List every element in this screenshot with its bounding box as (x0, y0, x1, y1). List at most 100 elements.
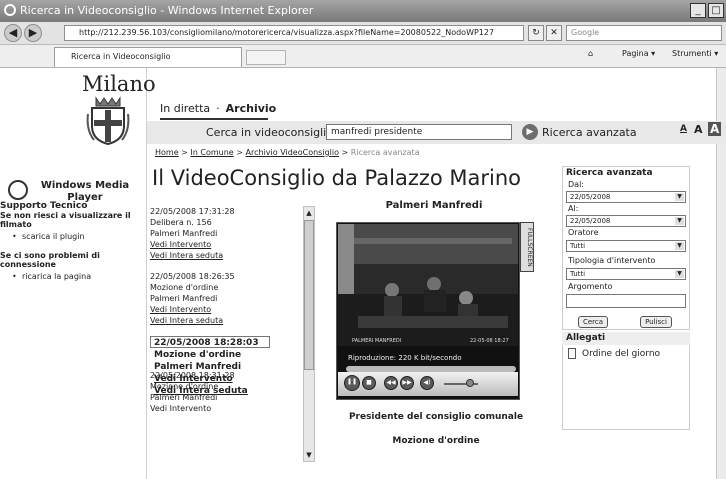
stop-button[interactable]: ■ (362, 376, 376, 390)
fullscreen-button[interactable]: FULLSCREEN (520, 222, 534, 272)
oratore-select[interactable]: Tutti ▼ (566, 240, 686, 252)
back-button[interactable]: ◀ (4, 24, 22, 42)
font-size-medium-button[interactable]: A (694, 123, 703, 136)
support-title: Supporto Tecnico (0, 201, 88, 211)
breadcrumb-archivio[interactable]: Archivio VideoConsiglio (246, 148, 339, 157)
breadcrumb: Home > In Comune > Archivio VideoConsigl… (155, 148, 420, 157)
agenda-link[interactable]: Ordine del giorno (582, 349, 660, 359)
breadcrumb-current: Ricerca avanzata (350, 148, 420, 157)
forward-button[interactable]: ▶ (24, 24, 42, 42)
ie-logo-icon (4, 4, 16, 16)
window-titlebar: Ricerca in Videoconsiglio - Windows Inte… (0, 0, 726, 22)
next-button[interactable]: ▶▶ (400, 376, 414, 390)
minimize-button[interactable]: _ (690, 3, 706, 18)
search-go-button[interactable]: ▶ (522, 124, 538, 140)
refresh-button[interactable]: ↻ (528, 25, 544, 41)
view-full-session-link[interactable]: Vedi Intera seduta (150, 250, 300, 261)
event-datetime: 22/05/2008 18:31:28 (150, 371, 235, 380)
list-item: 22/05/2008 18:26:35 Mozione d'ordine Pal… (150, 271, 300, 326)
pdf-icon (568, 348, 576, 359)
scroll-up-icon[interactable]: ▲ (304, 207, 314, 219)
download-plugin-link[interactable]: scarica il plugin (0, 232, 146, 241)
event-speaker: Palmeri Manfredi (150, 294, 218, 303)
view-intervention-link[interactable]: Vedi Intervento (150, 304, 300, 315)
search-label: Cerca in videoconsiglio (206, 126, 333, 139)
view-full-session-link[interactable]: Vedi Intera seduta (150, 315, 300, 326)
video-overlay-name: PALMERI MANFREDI (352, 338, 402, 344)
player-speaker-name: Palmeri Manfredi (385, 200, 483, 211)
search-input[interactable]: manfredi presidente (326, 124, 512, 140)
home-icon[interactable]: ⌂ (588, 49, 593, 58)
page-title: Il VideoConsiglio da Palazzo Marino (152, 166, 522, 190)
event-type: Mozione d'ordine (154, 350, 242, 360)
mute-button[interactable]: ◀) (420, 376, 434, 390)
browser-search-input[interactable]: Google (566, 25, 722, 41)
chevron-down-icon: ▼ (675, 242, 684, 250)
breadcrumb-home[interactable]: Home (155, 148, 179, 157)
al-label: Al: (568, 204, 579, 213)
speaker-role: Presidente del consiglio comunale (348, 412, 524, 422)
al-date-value: 22/05/2008 (570, 217, 611, 225)
strumenti-menu[interactable]: Strumenti ▾ (672, 49, 718, 58)
support-box: Supporto Tecnico Se non riesci a visuali… (0, 201, 146, 281)
address-toolbar: ◀ ▶ http://212.239.56.103/consigliomilan… (0, 22, 726, 45)
event-datetime: 22/05/2008 17:31:28 (150, 207, 235, 216)
tipologia-label: Tipologia d'intervento (568, 256, 656, 265)
event-type: Delibera n. 156 (150, 218, 212, 227)
cerca-button[interactable]: Cerca (578, 316, 608, 328)
video-frame[interactable] (338, 224, 518, 346)
tabs-toolbar: Ricerca in Videoconsiglio (0, 45, 726, 68)
milano-crest-icon (86, 96, 130, 146)
argomento-input[interactable] (566, 294, 686, 308)
dal-label: Dal: (568, 180, 584, 189)
list-scroll-thumb[interactable] (304, 220, 314, 370)
attachments-title: Allegati (562, 332, 690, 345)
oratore-value: Tutti (570, 242, 586, 250)
advanced-search-title: Ricerca avanzata (566, 168, 653, 178)
event-datetime: 22/05/2008 18:26:35 (150, 272, 235, 281)
chevron-down-icon: ▼ (675, 270, 684, 278)
support-question-2: Se ci sono problemi di connessione (0, 251, 100, 269)
url-field[interactable]: http://212.239.56.103/consigliomilano/mo… (64, 25, 524, 41)
view-intervention-text[interactable]: Vedi Intervento (150, 403, 300, 414)
breadcrumb-in-comune[interactable]: In Comune (190, 148, 233, 157)
previous-button[interactable]: ◀◀ (384, 376, 398, 390)
reload-page-link[interactable]: ricarica la pagina (0, 272, 146, 281)
event-list: 22/05/2008 17:31:28 Delibera n. 156 Palm… (150, 206, 300, 462)
pulisci-button[interactable]: Pulisci (640, 316, 672, 328)
windows-media-player-icon (8, 180, 28, 200)
event-datetime: 22/05/2008 18:28:03 (154, 338, 259, 348)
maximize-button[interactable]: □ (708, 3, 724, 18)
browser-tab[interactable]: Ricerca in Videoconsiglio (54, 47, 242, 67)
chevron-down-icon: ▼ (675, 217, 684, 225)
window-title: Ricerca in Videoconsiglio - Windows Inte… (20, 4, 314, 17)
stop-button[interactable]: ✕ (546, 25, 562, 41)
pagina-menu[interactable]: Pagina ▾ (622, 49, 655, 58)
volume-knob[interactable] (466, 379, 474, 387)
breadcrumb-separator: > (236, 148, 243, 157)
intervention-type: Mozione d'ordine (392, 436, 480, 446)
dal-date-select[interactable]: 22/05/2008 ▼ (566, 191, 686, 203)
font-size-large-button[interactable]: A (708, 122, 722, 136)
site-logo-text: Milano (82, 72, 156, 96)
section-tabs: In diretta · Archivio (160, 102, 276, 115)
breadcrumb-separator: > (181, 148, 188, 157)
support-question-1: Se non riesci a visualizzare il filmato (0, 211, 131, 229)
tab-in-diretta[interactable]: In diretta (160, 102, 210, 115)
pause-button[interactable]: ❚❚ (344, 375, 360, 391)
view-intervention-link[interactable]: Vedi Intervento (150, 239, 300, 250)
tab-archivio[interactable]: Archivio (226, 102, 277, 115)
new-tab-button[interactable] (246, 50, 286, 65)
tipologia-value: Tutti (570, 270, 586, 278)
list-item: 22/05/2008 17:31:28 Delibera n. 156 Palm… (150, 206, 300, 261)
font-size-small-button[interactable]: A (680, 124, 687, 134)
al-date-select[interactable]: 22/05/2008 ▼ (566, 215, 686, 227)
list-item-selected: 22/05/2008 18:28:03 Mozione d'ordine Pal… (150, 336, 270, 396)
argomento-label: Argomento (568, 282, 613, 291)
advanced-search-link[interactable]: Ricerca avanzata (542, 126, 637, 139)
tabs-underline (160, 118, 268, 120)
tipologia-select[interactable]: Tutti ▼ (566, 268, 686, 280)
event-speaker: Palmeri Manfredi (150, 229, 218, 238)
video-overlay-date: 22-05-08 18:27 (470, 338, 509, 344)
scroll-down-icon[interactable]: ▼ (304, 449, 314, 461)
